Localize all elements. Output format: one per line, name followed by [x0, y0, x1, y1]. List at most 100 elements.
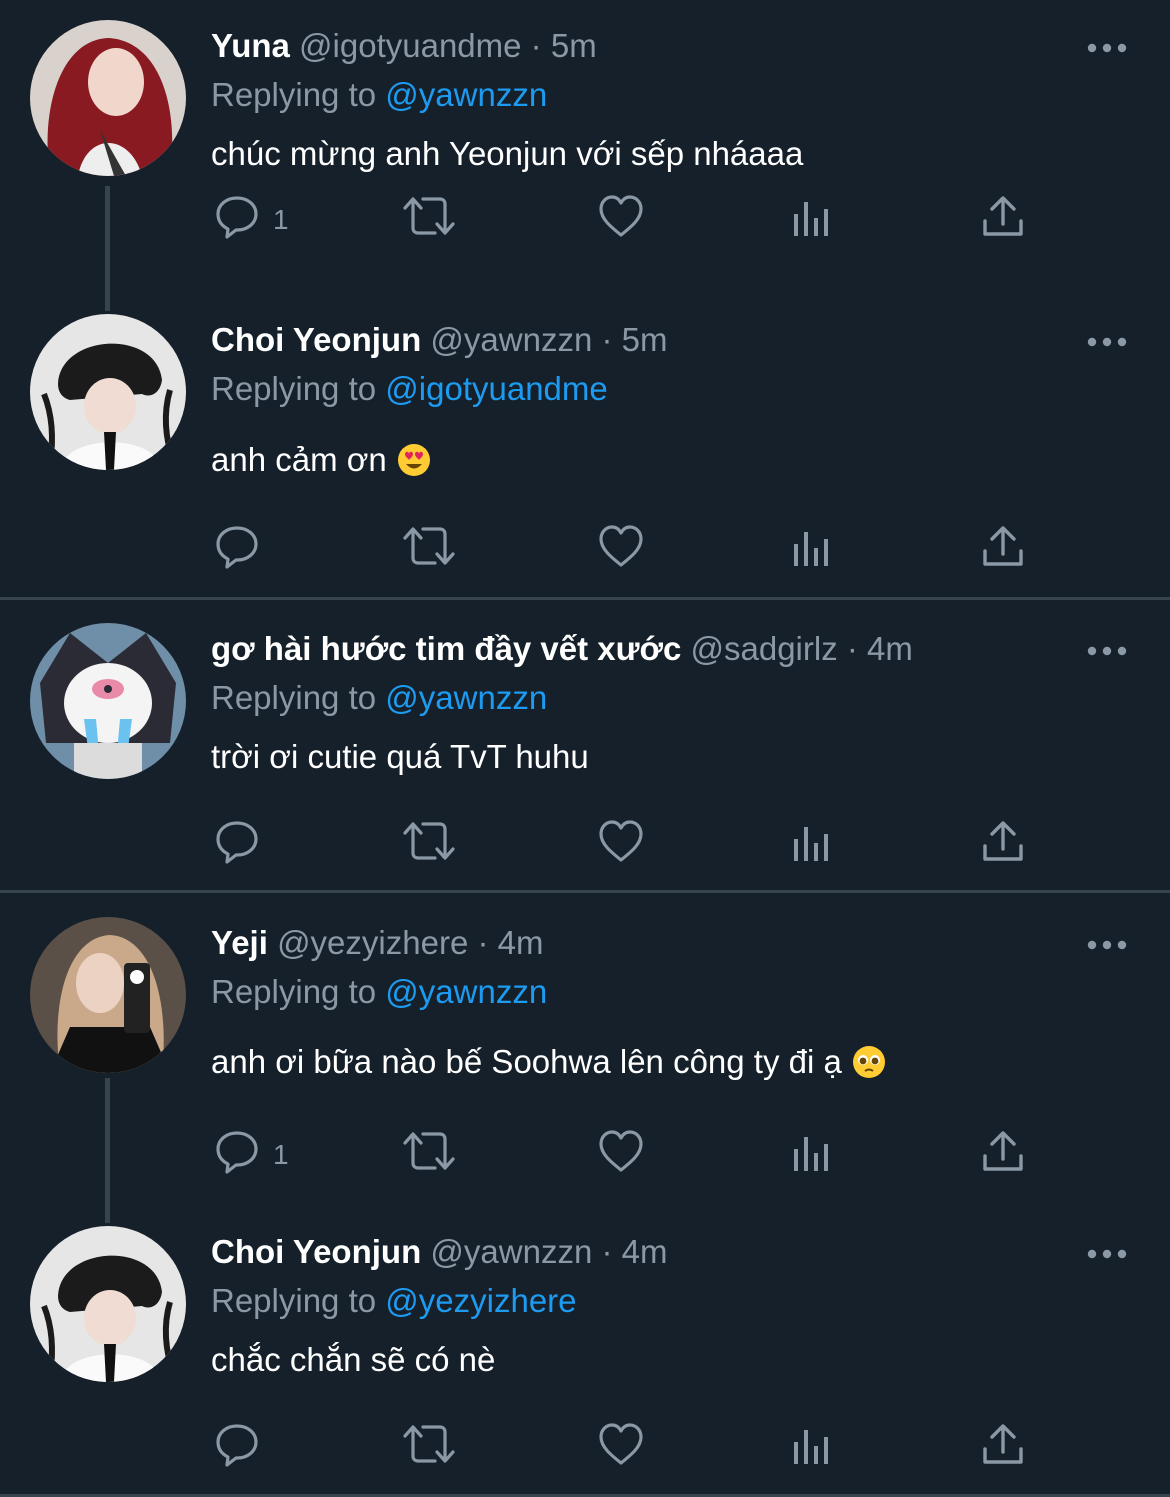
retweet-button[interactable] [399, 1127, 459, 1187]
like-button[interactable] [597, 817, 645, 877]
views-button[interactable] [792, 528, 832, 588]
display-name[interactable]: Choi Yeonjun [211, 1233, 421, 1270]
reply-icon [213, 192, 261, 240]
avatar[interactable] [30, 1226, 186, 1382]
views-icon [792, 1133, 832, 1173]
replying-to: Replying to @yawnzzn [211, 972, 547, 1012]
share-button[interactable] [981, 1422, 1025, 1482]
heart-icon [597, 1420, 645, 1468]
like-button[interactable] [597, 1127, 645, 1187]
retweet-icon [399, 192, 459, 240]
share-button[interactable] [981, 1129, 1025, 1189]
share-icon [981, 1129, 1025, 1173]
tweet-text: anh cảm ơn [211, 441, 387, 478]
timestamp[interactable]: 5m [551, 27, 597, 64]
reply-icon [213, 1420, 261, 1468]
timestamp[interactable]: 5m [622, 321, 668, 358]
views-button[interactable] [792, 198, 832, 258]
replying-to: Replying to @yezyizhere [211, 1281, 577, 1321]
reply-button[interactable]: 1 [213, 192, 289, 252]
display-name[interactable]: gơ hài hước tim đầy vết xước [211, 630, 681, 667]
avatar[interactable] [30, 623, 186, 779]
tweet-header: gơ hài hước tim đầy vết xước @sadgirlz ·… [211, 629, 913, 669]
timestamp[interactable]: 4m [867, 630, 913, 667]
tweet-text: chắc chắn sẽ có nè [211, 1341, 496, 1378]
heart-icon [597, 817, 645, 865]
user-handle[interactable]: @sadgirlz [690, 630, 837, 667]
reply-icon [213, 817, 261, 865]
views-icon [792, 1426, 832, 1466]
action-bar [0, 1420, 1170, 1480]
action-bar: 1 [0, 192, 1170, 252]
separator-dot: · [601, 1233, 613, 1270]
reply-icon [213, 522, 261, 570]
tweet-text: chúc mừng anh Yeonjun với sếp nháaaa [211, 135, 804, 172]
display-name[interactable]: Yuna [211, 27, 290, 64]
more-options-icon[interactable] [1086, 334, 1128, 350]
share-button[interactable] [981, 524, 1025, 584]
views-button[interactable] [792, 1133, 832, 1193]
more-options-icon[interactable] [1086, 1246, 1128, 1262]
divider [0, 597, 1170, 600]
tweet-text-row: anh ơi bữa nào bế Soohwa lên công ty đi … [211, 1041, 886, 1089]
tweet-header: Yeji @yezyizhere · 4m [211, 923, 543, 963]
reply-button[interactable] [213, 817, 261, 877]
heart-eyes-emoji-icon [397, 443, 431, 487]
share-icon [981, 819, 1025, 863]
divider [0, 890, 1170, 893]
mention-link[interactable]: @igotyuandme [385, 370, 607, 407]
mention-link[interactable]: @yawnzzn [385, 973, 547, 1010]
retweet-button[interactable] [399, 192, 459, 252]
action-bar [0, 817, 1170, 877]
views-button[interactable] [792, 1426, 832, 1486]
reply-button[interactable]: 1 [213, 1127, 289, 1187]
more-options-icon[interactable] [1086, 643, 1128, 659]
replying-label: Replying to [211, 370, 377, 407]
display-name[interactable]: Yeji [211, 924, 268, 961]
replying-label: Replying to [211, 679, 377, 716]
tweet-text-row: anh cảm ơn [211, 439, 431, 487]
reply-button[interactable] [213, 1420, 261, 1480]
timestamp[interactable]: 4m [622, 1233, 668, 1270]
action-bar: 1 [0, 1127, 1170, 1187]
mention-link[interactable]: @yezyizhere [385, 1282, 576, 1319]
separator-dot: · [530, 27, 542, 64]
avatar[interactable] [30, 314, 186, 470]
views-icon [792, 528, 832, 568]
mention-link[interactable]: @yawnzzn [385, 76, 547, 113]
retweet-button[interactable] [399, 817, 459, 877]
reply-icon [213, 1127, 261, 1175]
user-handle[interactable]: @yawnzzn [430, 321, 592, 358]
share-icon [981, 1422, 1025, 1466]
share-button[interactable] [981, 819, 1025, 879]
share-button[interactable] [981, 194, 1025, 254]
avatar[interactable] [30, 917, 186, 1073]
more-options-icon[interactable] [1086, 937, 1128, 953]
user-handle[interactable]: @igotyuandme [299, 27, 521, 64]
user-handle[interactable]: @yezyizhere [277, 924, 468, 961]
heart-icon [597, 522, 645, 570]
retweet-button[interactable] [399, 522, 459, 582]
retweet-button[interactable] [399, 1420, 459, 1480]
like-button[interactable] [597, 522, 645, 582]
views-icon [792, 823, 832, 863]
avatar[interactable] [30, 20, 186, 176]
like-button[interactable] [597, 192, 645, 252]
share-icon [981, 194, 1025, 238]
tweet-text: trời ơi cutie quá TvT huhu [211, 738, 589, 775]
display-name[interactable]: Choi Yeonjun [211, 321, 421, 358]
views-button[interactable] [792, 823, 832, 883]
replying-to: Replying to @igotyuandme [211, 369, 608, 409]
tweet-header: Yuna @igotyuandme · 5m [211, 26, 597, 66]
user-handle[interactable]: @yawnzzn [430, 1233, 592, 1270]
mention-link[interactable]: @yawnzzn [385, 679, 547, 716]
replying-label: Replying to [211, 1282, 377, 1319]
retweet-icon [399, 817, 459, 865]
more-options-icon[interactable] [1086, 40, 1128, 56]
like-button[interactable] [597, 1420, 645, 1480]
reply-button[interactable] [213, 522, 261, 582]
separator-dot: · [601, 321, 613, 358]
retweet-icon [399, 1127, 459, 1175]
timestamp[interactable]: 4m [498, 924, 544, 961]
views-icon [792, 198, 832, 238]
